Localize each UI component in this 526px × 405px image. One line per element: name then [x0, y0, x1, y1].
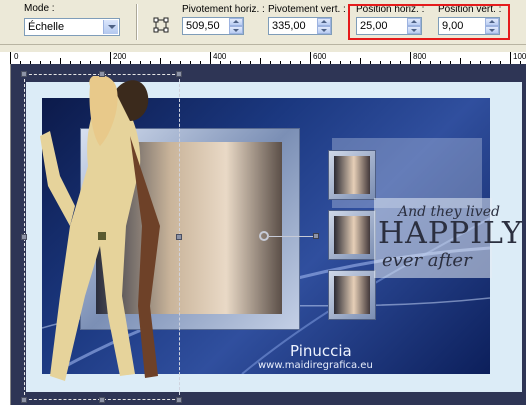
ruler-label: 200	[113, 52, 127, 61]
ruler-label: 0	[14, 52, 19, 61]
ruler-label: 800	[413, 52, 427, 61]
pivot-horizontal-field[interactable]: 509,50	[182, 17, 244, 35]
ruler-corner	[0, 52, 10, 64]
tagline-bottom: ever after	[382, 250, 472, 271]
ruler-label: 400	[213, 52, 227, 61]
rotation-handle[interactable]	[313, 233, 319, 239]
decrement-icon[interactable]	[317, 26, 331, 34]
website-text: www.maidiregrafica.eu	[258, 360, 373, 371]
mode-select[interactable]: Échelle	[24, 18, 120, 36]
ruler-tick	[110, 52, 111, 64]
rotation-pivot-icon[interactable]	[259, 231, 269, 241]
ruler-tick	[210, 52, 211, 64]
resize-handle[interactable]	[176, 397, 182, 403]
tagline-main: HAPPILY	[378, 216, 523, 251]
chevron-down-icon[interactable]	[103, 20, 118, 34]
thumbnail-2	[328, 210, 376, 260]
position-highlight-box	[348, 4, 510, 40]
ruler-tick	[510, 52, 511, 64]
thumbnail-1	[328, 150, 376, 200]
pivot-vertical-label: Pivotement vert. :	[268, 4, 346, 15]
resize-handle[interactable]	[99, 71, 105, 77]
increment-icon[interactable]	[317, 18, 331, 26]
signature-text: Pinuccia	[290, 342, 352, 360]
ruler-label: 1000	[513, 52, 526, 61]
mode-select-value: Échelle	[28, 21, 65, 33]
decrement-icon[interactable]	[229, 26, 243, 34]
center-handle[interactable]	[98, 232, 106, 240]
pivot-vertical-value: 335,00	[272, 20, 306, 32]
pivot-horizontal-value: 509,50	[186, 20, 220, 32]
resize-handle[interactable]	[21, 234, 27, 240]
resize-handle[interactable]	[176, 234, 182, 240]
toolbar-divider	[136, 4, 138, 40]
pivot-horizontal-label: Pivotement horiz. :	[182, 4, 265, 15]
ruler-tick	[10, 52, 11, 64]
thumbnail-3	[328, 270, 376, 320]
tool-options-bar: Mode : Échelle Pivotement horiz. : 509,5…	[0, 0, 526, 45]
ruler-label: 600	[313, 52, 327, 61]
resize-handle[interactable]	[21, 397, 27, 403]
resize-handle[interactable]	[21, 71, 27, 77]
increment-icon[interactable]	[229, 18, 243, 26]
ruler-tick	[310, 52, 311, 64]
resize-handle[interactable]	[99, 397, 105, 403]
pivot-arm	[269, 236, 315, 237]
mode-label: Mode :	[24, 3, 55, 14]
vertical-ruler[interactable]	[0, 64, 11, 405]
ruler-tick	[410, 52, 411, 64]
resize-handle[interactable]	[176, 71, 182, 77]
pick-tool-icon[interactable]	[153, 17, 169, 33]
pivot-vertical-field[interactable]: 335,00	[268, 17, 332, 35]
